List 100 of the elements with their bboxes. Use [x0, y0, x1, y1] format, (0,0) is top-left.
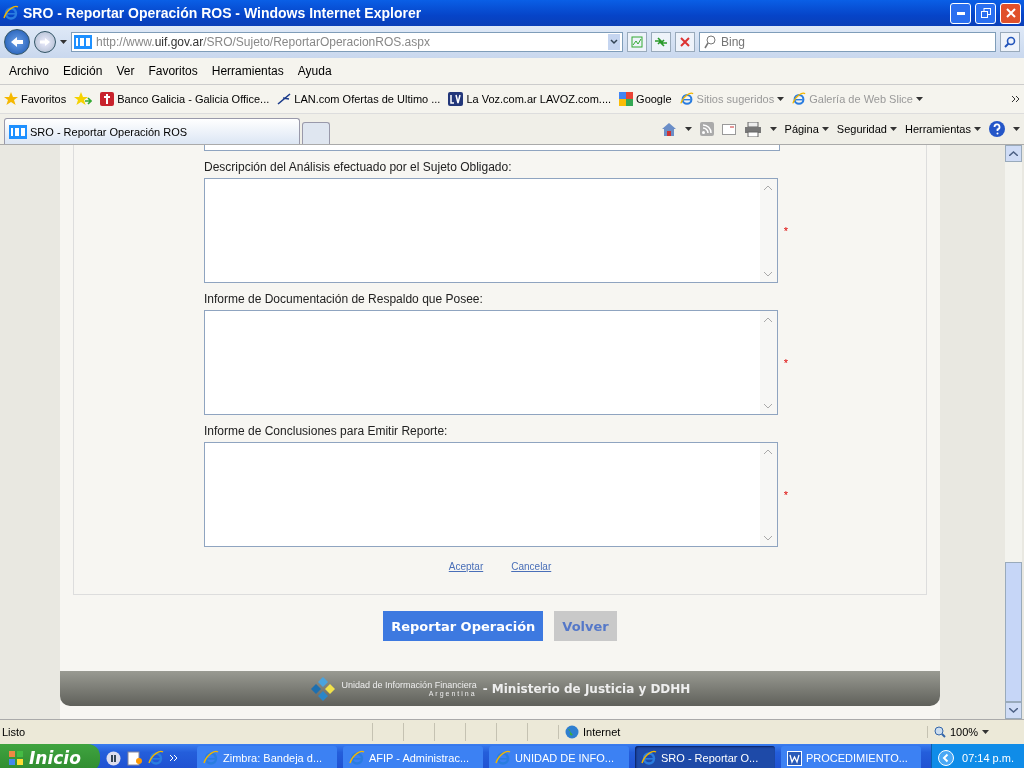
ministry-text: - Ministerio de Justicia y DDHH	[482, 681, 691, 696]
dropdown-icon[interactable]	[608, 34, 620, 50]
ie-icon	[203, 750, 219, 766]
refresh-button[interactable]	[651, 32, 671, 52]
menu-item[interactable]: Ver	[110, 62, 141, 80]
favorites-link[interactable]: Banco Galicia - Galicia Office...	[100, 92, 270, 106]
scroll-down-icon[interactable]	[764, 271, 773, 277]
zoom-control[interactable]: 100%	[927, 726, 1024, 738]
minimize-icon	[956, 11, 965, 15]
field-label: Informe de Documentación de Respaldo que Posee:	[204, 292, 484, 308]
scroll-down-icon[interactable]	[1009, 708, 1018, 713]
address-field[interactable]: http://www.uif.gov.ar/SRO/Sujeto/ReportarOperacionROS.aspx	[71, 32, 623, 52]
ie-icon	[495, 750, 511, 766]
compatibility-button[interactable]	[627, 32, 647, 52]
media-player-icon[interactable]	[106, 750, 121, 766]
ie-icon	[3, 5, 19, 21]
scroll-down-icon[interactable]	[764, 403, 773, 409]
start-button[interactable]: Inicio	[0, 744, 100, 768]
caret-icon	[982, 730, 990, 734]
caret-icon	[915, 97, 923, 101]
home-icon[interactable]	[660, 121, 677, 137]
command-menu[interactable]: Herramientas	[904, 123, 981, 135]
scroll-up-icon[interactable]	[764, 184, 773, 190]
required-mark: *	[783, 356, 788, 369]
new-tab-button[interactable]	[302, 122, 330, 144]
plane-icon	[277, 93, 292, 105]
printer-icon[interactable]	[743, 121, 762, 137]
caret-icon	[889, 127, 897, 131]
text-area[interactable]	[204, 178, 778, 283]
required-mark: *	[783, 224, 788, 237]
window-title: SRO - Reportar Operación ROS - Windows Internet Explorer	[23, 5, 423, 21]
scroll-thumb[interactable]	[1005, 562, 1022, 702]
search-icon	[1004, 36, 1016, 48]
notepad-icon[interactable]	[127, 750, 142, 766]
chevron-left-icon[interactable]	[938, 750, 954, 766]
lv-logo-icon	[448, 92, 464, 106]
menu-item[interactable]: Ayuda	[291, 62, 338, 80]
zoom-icon	[934, 726, 946, 738]
caret-icon	[974, 127, 981, 131]
text-area[interactable]	[204, 145, 780, 151]
stop-button[interactable]	[675, 32, 695, 52]
text-area[interactable]	[204, 310, 778, 415]
caret-icon	[1013, 127, 1020, 131]
favorites-link[interactable]: Google	[619, 92, 672, 106]
menu-item[interactable]: Edición	[57, 62, 109, 80]
windows-flag-icon	[8, 750, 24, 766]
menu-item[interactable]: Herramientas	[205, 62, 290, 80]
scrollbar[interactable]	[1005, 145, 1022, 719]
caret-icon	[821, 127, 829, 131]
command-menu[interactable]: Página	[784, 123, 829, 135]
globe-icon	[565, 725, 579, 739]
search-field[interactable]: Bing	[699, 32, 996, 52]
cross-logo-icon	[100, 92, 115, 106]
command-menu[interactable]: Seguridad	[836, 123, 897, 135]
report-button[interactable]: Reportar Operación	[383, 611, 544, 641]
caret-icon	[60, 40, 67, 44]
taskbar-item[interactable]: Zimbra: Bandeja d...	[197, 746, 337, 768]
taskbar-item[interactable]: AFIP - Administrac...	[343, 746, 483, 768]
help-icon[interactable]	[989, 121, 1005, 137]
forward-arrow-icon	[39, 37, 51, 47]
field-label: Descripción del Análisis efectuado por el Sujeto Obligado:	[204, 160, 513, 176]
ie-page-icon	[679, 92, 694, 106]
back-button[interactable]	[4, 29, 30, 55]
google-squares-icon	[619, 92, 634, 106]
stop-icon	[680, 37, 690, 47]
search-button[interactable]	[1000, 32, 1020, 52]
more-chevron-icon[interactable]	[1012, 96, 1020, 102]
forward-button[interactable]	[34, 31, 56, 53]
menu-item[interactable]: Archivo	[3, 62, 55, 80]
favorites-link[interactable]: La Voz.com.ar LAVOZ.com....	[448, 92, 612, 106]
restore-button[interactable]	[975, 2, 996, 24]
uif-logo-icon	[9, 124, 27, 139]
restore-icon	[980, 8, 991, 18]
caret-icon	[777, 97, 785, 101]
ie-icon	[641, 750, 657, 766]
caret-icon	[769, 127, 777, 131]
star-icon	[4, 92, 18, 106]
browser-tab[interactable]: SRO - Reportar Operación ROS	[4, 118, 300, 144]
favorites-button[interactable]: Favoritos	[4, 92, 67, 106]
scroll-up-icon[interactable]	[1009, 151, 1018, 156]
page-chart-icon	[631, 36, 643, 48]
close-icon	[1005, 8, 1016, 18]
scroll-up-icon[interactable]	[764, 448, 773, 454]
scroll-up-icon[interactable]	[764, 316, 773, 322]
text-area[interactable]	[204, 442, 778, 547]
add-favorite-icon[interactable]	[74, 91, 93, 107]
minimize-button[interactable]	[950, 2, 971, 24]
form-link[interactable]: Aceptar	[448, 561, 484, 572]
menu-item[interactable]: Favoritos	[142, 62, 204, 80]
taskbar-item[interactable]: PROCEDIMIENTO...	[781, 746, 921, 768]
favorites-link[interactable]: LAN.com Ofertas de Ultimo ...	[277, 93, 441, 105]
feed-icon[interactable]	[699, 122, 714, 136]
taskbar-item[interactable]: SRO - Reportar O...	[635, 746, 775, 768]
form-link[interactable]: Cancelar	[511, 561, 552, 572]
diamond-logo-icon	[309, 675, 336, 702]
close-button[interactable]	[1000, 2, 1021, 24]
scroll-down-icon[interactable]	[764, 535, 773, 541]
taskbar-item[interactable]: UNIDAD DE INFO...	[489, 746, 629, 768]
mail-icon[interactable]	[721, 123, 736, 135]
status-text: Listo	[1, 726, 27, 738]
